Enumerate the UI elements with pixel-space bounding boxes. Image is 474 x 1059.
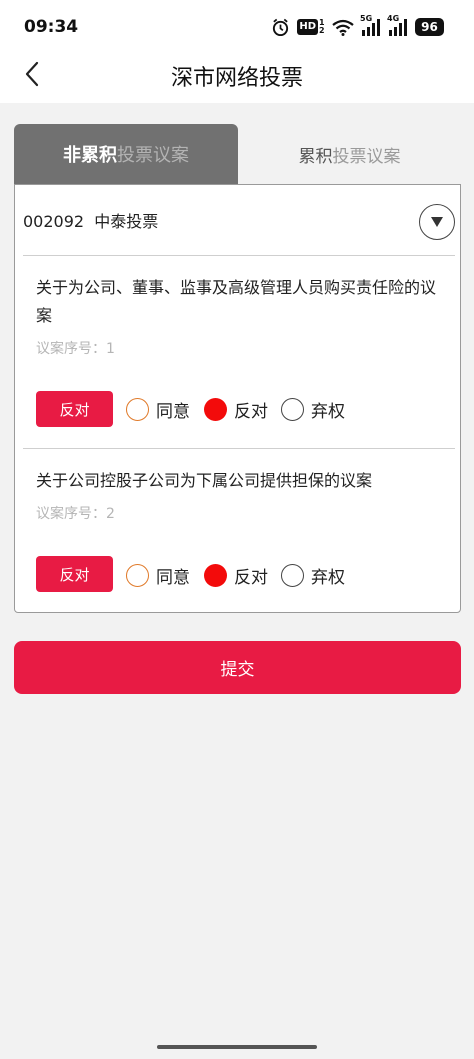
motion-seq: 议案序号：2 [36, 506, 115, 522]
option-agree-label: 同意 [156, 568, 190, 588]
tab-cumulative[interactable]: 累积 投票议案 [238, 124, 461, 184]
triangle-down-icon [431, 217, 443, 227]
alarm-icon [273, 18, 289, 36]
tab-non-cumulative-soft: 投票议案 [117, 145, 189, 166]
net1-label: 5G [360, 13, 373, 23]
radio-agree[interactable] [126, 564, 149, 587]
stock-selector[interactable]: 002092 中泰投票 [15, 185, 460, 255]
signal-5g: 5G [360, 14, 381, 36]
option-abstain[interactable]: 弃权 [281, 563, 345, 588]
motion-seq: 议案序号：1 [36, 341, 115, 357]
submit-button[interactable]: 提交 [14, 641, 461, 694]
tab-non-cumulative-strong: 非累积 [63, 145, 117, 166]
hd-sub-label: 1 2 [319, 18, 325, 35]
motion-title: 关于公司控股子公司为下属公司提供担保的议案 [36, 471, 373, 490]
tab-non-cumulative[interactable]: 非累积 投票议案 [14, 124, 238, 184]
option-oppose[interactable]: 反对 [204, 397, 268, 422]
signal-4g: 4G [387, 14, 408, 36]
stock-label: 002092 中泰投票 [23, 212, 159, 231]
hd-label: HD [297, 19, 318, 35]
selected-vote-badge: 反对 [36, 391, 113, 427]
home-indicator[interactable] [157, 1045, 317, 1049]
option-agree-label: 同意 [156, 402, 190, 422]
radio-abstain[interactable] [281, 564, 304, 587]
tab-cumulative-soft: 投票议案 [332, 146, 401, 167]
divider [23, 448, 455, 449]
radio-oppose-selected[interactable] [204, 398, 227, 421]
motion-title: 关于为公司、董事、监事及高级管理人员购买责任险的议案 [36, 278, 437, 325]
option-oppose[interactable]: 反对 [204, 563, 268, 588]
option-agree[interactable]: 同意 [126, 563, 190, 588]
selected-vote-badge: 反对 [36, 556, 113, 592]
battery-icon: 96 [415, 18, 444, 36]
app-header: 深市网络投票 [0, 50, 474, 103]
option-oppose-label: 反对 [234, 402, 268, 422]
status-icons: HD 1 2 5G 4G 96 [271, 14, 444, 37]
radio-abstain[interactable] [281, 398, 304, 421]
hd-badge: HD 1 2 [297, 19, 325, 36]
option-abstain[interactable]: 弃权 [281, 397, 345, 422]
option-abstain-label: 弃权 [311, 402, 345, 422]
net2-label: 4G [387, 13, 400, 23]
dropdown-button[interactable] [419, 204, 455, 240]
option-abstain-label: 弃权 [311, 568, 345, 588]
tab-bar: 非累积 投票议案 累积 投票议案 [14, 124, 461, 184]
radio-oppose-selected[interactable] [204, 564, 227, 587]
motion-card: 002092 中泰投票 关于为公司、董事、监事及高级管理人员购买责任险的议案 议… [14, 184, 461, 613]
radio-agree[interactable] [126, 398, 149, 421]
wifi-icon [332, 19, 354, 36]
page-title: 深市网络投票 [170, 66, 303, 91]
tab-cumulative-strong: 累积 [298, 146, 333, 167]
status-time: 09:34 [24, 17, 79, 37]
status-bar: 09:34 HD 1 2 5G 4G 96 [0, 0, 474, 50]
option-agree[interactable]: 同意 [126, 397, 190, 422]
divider [23, 255, 455, 256]
option-oppose-label: 反对 [234, 568, 268, 588]
